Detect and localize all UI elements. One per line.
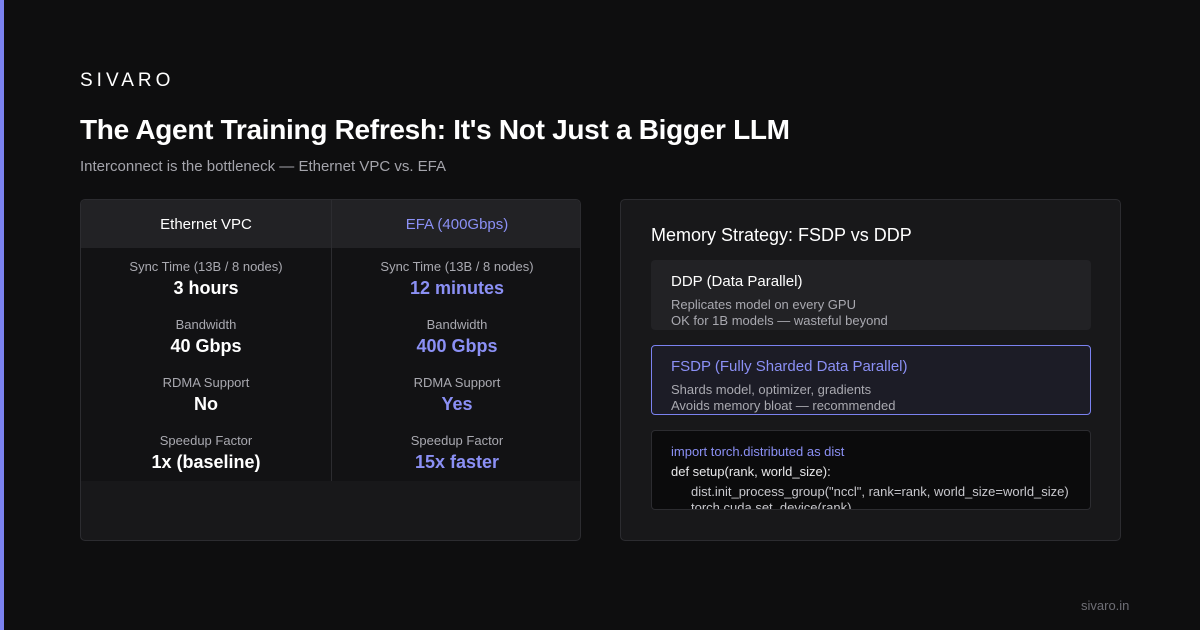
code-block: import torch.distributed as dist def set… <box>651 430 1091 510</box>
metric-value: 1x (baseline) <box>151 452 261 472</box>
metric-label: RDMA Support <box>162 375 250 390</box>
metric-label: Speedup Factor <box>159 433 253 448</box>
ddp-option: DDP (Data Parallel) Replicates model on … <box>651 260 1091 330</box>
metric-value: 15x faster <box>414 452 500 472</box>
brand-logo: SIVARO <box>80 70 175 91</box>
ethernet-column: Ethernet VPC Sync Time (13B / 8 nodes) 3… <box>81 200 331 481</box>
metric-bandwidth: Bandwidth 40 Gbps <box>81 317 331 375</box>
memory-title: Memory Strategy: FSDP vs DDP <box>651 225 912 245</box>
code-line: import torch.distributed as dist <box>671 444 845 459</box>
metric-value: 12 minutes <box>409 278 505 298</box>
metric-label: Sync Time (13B / 8 nodes) <box>380 259 534 274</box>
metric-label: Speedup Factor <box>410 433 504 448</box>
page-title: The Agent Training Refresh: It's Not Jus… <box>80 114 790 145</box>
metric-speedup: Speedup Factor 15x faster <box>332 433 580 491</box>
metric-value: 40 Gbps <box>170 336 242 356</box>
code-line: torch.cuda.set_device(rank) <box>691 500 852 510</box>
metric-bandwidth: Bandwidth 400 Gbps <box>332 317 580 375</box>
metric-rdma: RDMA Support Yes <box>332 375 580 433</box>
option-title: DDP (Data Parallel) <box>671 273 803 290</box>
metric-value: 400 Gbps <box>416 336 498 356</box>
option-description: Avoids memory bloat — recommended <box>671 398 896 413</box>
fsdp-option: FSDP (Fully Sharded Data Parallel) Shard… <box>651 345 1091 415</box>
page-subtitle: Interconnect is the bottleneck — Etherne… <box>80 158 447 175</box>
efa-column: EFA (400Gbps) Sync Time (13B / 8 nodes) … <box>332 200 580 481</box>
metric-value: Yes <box>441 394 473 414</box>
column-header: Ethernet VPC <box>81 200 331 248</box>
memory-strategy-card: Memory Strategy: FSDP vs DDP DDP (Data P… <box>620 199 1121 541</box>
metric-label: Sync Time (13B / 8 nodes) <box>129 259 283 274</box>
metric-rdma: RDMA Support No <box>81 375 331 433</box>
code-line: dist.init_process_group("nccl", rank=ran… <box>691 484 1069 499</box>
footer-url: sivaro.in <box>1081 598 1130 613</box>
column-header: EFA (400Gbps) <box>332 200 580 248</box>
option-description: Shards model, optimizer, gradients <box>671 382 872 397</box>
option-description: OK for 1B models — wasteful beyond <box>671 313 888 328</box>
option-title: FSDP (Fully Sharded Data Parallel) <box>671 358 908 375</box>
metric-label: Bandwidth <box>175 317 237 332</box>
metric-label: RDMA Support <box>413 375 501 390</box>
metric-speedup: Speedup Factor 1x (baseline) <box>81 433 331 491</box>
metric-sync-time: Sync Time (13B / 8 nodes) 3 hours <box>81 259 331 317</box>
metric-label: Bandwidth <box>426 317 488 332</box>
metric-value: 3 hours <box>173 278 239 298</box>
code-line: def setup(rank, world_size): <box>671 464 831 479</box>
metric-value: No <box>194 394 218 414</box>
option-description: Replicates model on every GPU <box>671 297 856 312</box>
comparison-card: Ethernet VPC Sync Time (13B / 8 nodes) 3… <box>80 199 581 541</box>
accent-bar <box>0 0 4 630</box>
metric-sync-time: Sync Time (13B / 8 nodes) 12 minutes <box>332 259 580 317</box>
